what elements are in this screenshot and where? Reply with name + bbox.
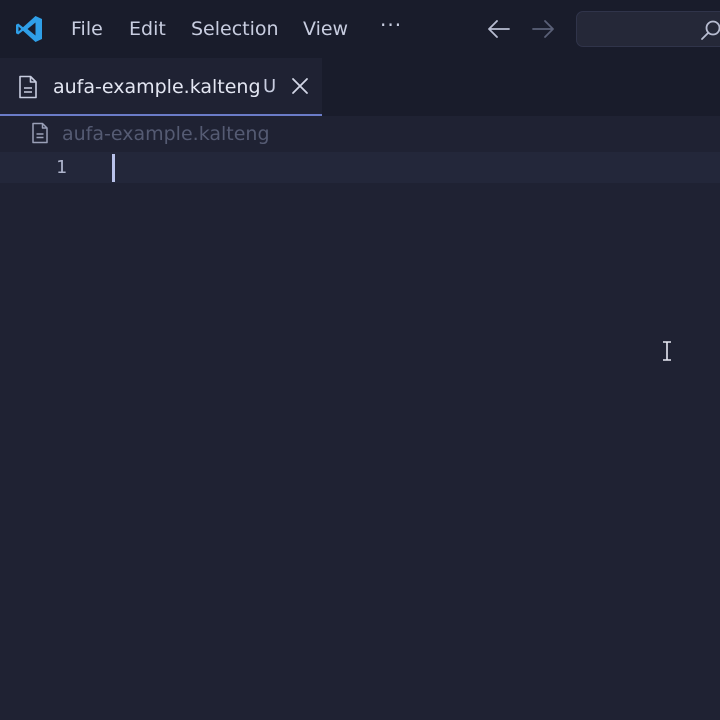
breadcrumb: aufa-example.kalteng [0, 116, 720, 152]
search-icon [701, 20, 720, 40]
menu-view[interactable]: View [303, 17, 348, 41]
text-cursor-icon [663, 341, 671, 361]
untracked-status-badge: U [263, 76, 277, 97]
line-number: 1 [56, 157, 67, 178]
command-center-search[interactable] [576, 11, 720, 47]
menu-edit[interactable]: Edit [129, 17, 166, 41]
file-icon [19, 75, 37, 99]
file-icon [32, 122, 48, 144]
text-caret [112, 154, 115, 182]
editor-tab-bar: aufa-example.kalteng U [0, 58, 720, 116]
vscode-logo-icon [16, 16, 42, 42]
arrow-left-icon[interactable] [486, 17, 512, 41]
menu-more-button[interactable]: ··· [380, 13, 402, 37]
tab-aufa-example[interactable]: aufa-example.kalteng U [0, 58, 322, 116]
editor-area[interactable]: 1 [0, 152, 720, 720]
vscode-window: File Edit Selection View ··· aufa-exampl… [0, 0, 720, 720]
breadcrumb-file[interactable]: aufa-example.kalteng [62, 122, 270, 146]
close-icon[interactable] [288, 74, 312, 98]
menu-file[interactable]: File [71, 17, 103, 41]
arrow-right-icon[interactable] [530, 17, 556, 41]
title-bar: File Edit Selection View ··· [0, 0, 720, 58]
menu-selection[interactable]: Selection [191, 17, 279, 41]
current-line-highlight [0, 152, 720, 183]
tab-label: aufa-example.kalteng [53, 76, 261, 98]
